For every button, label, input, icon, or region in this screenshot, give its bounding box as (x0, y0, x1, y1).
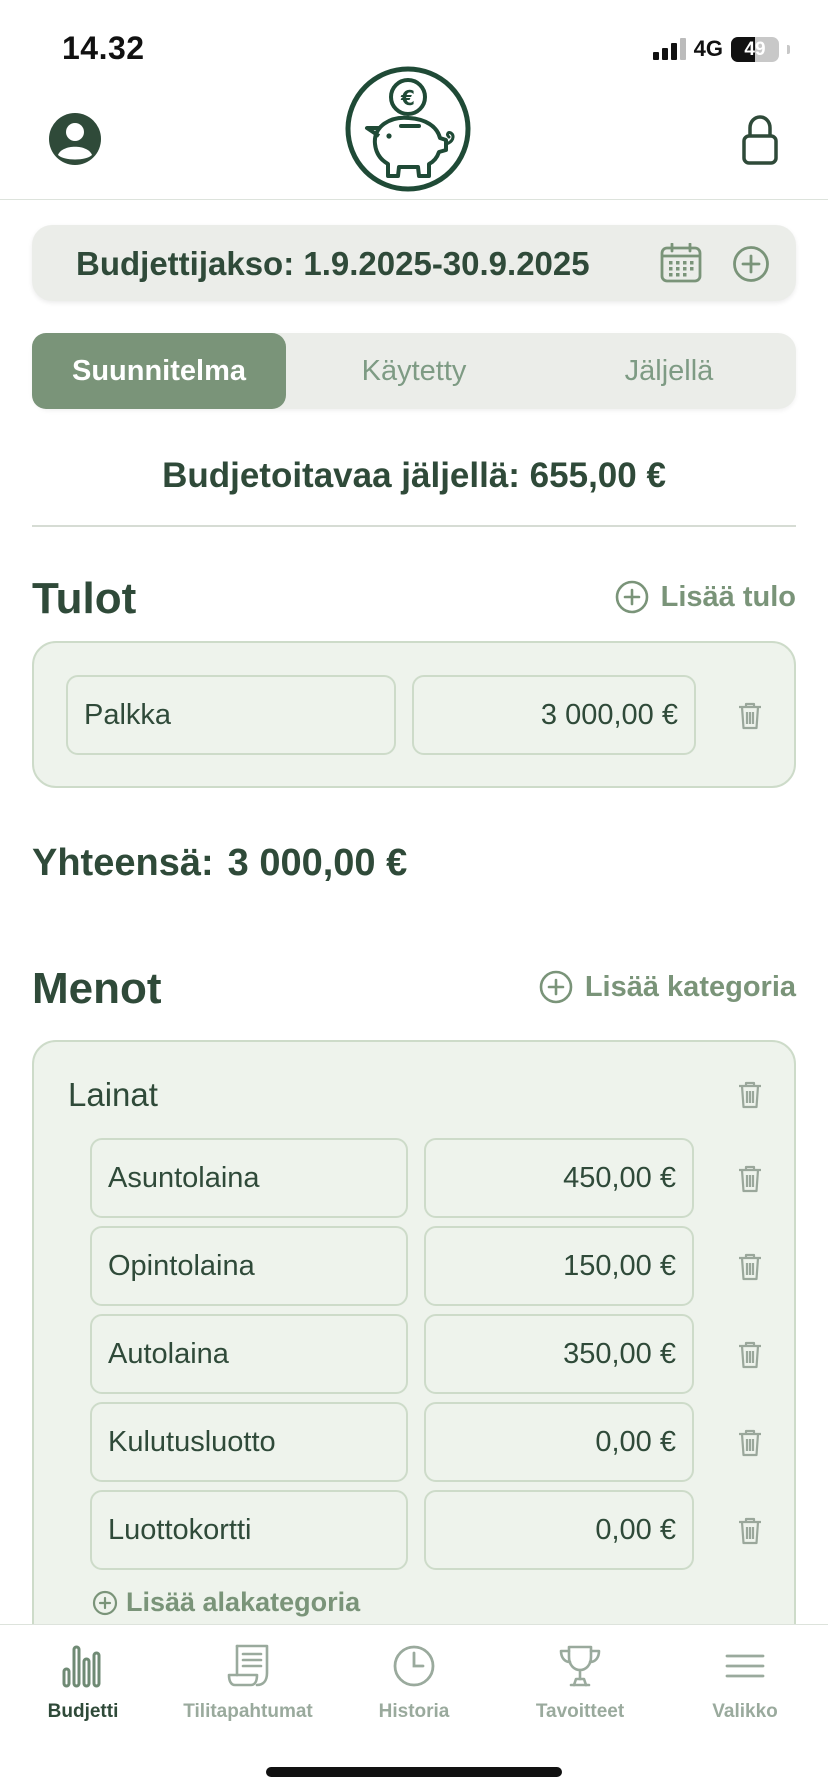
income-total-label: Yhteensä: (32, 842, 214, 884)
trash-icon[interactable] (737, 1340, 763, 1370)
battery-icon: 49 (731, 36, 779, 62)
add-income-label: Lisää tulo (660, 580, 796, 613)
view-segmented-control: Suunnitelma Käytetty Jäljellä (32, 333, 796, 409)
tab-label: Valikko (712, 1701, 778, 1722)
subcategory-amount-field[interactable]: 0,00 € (424, 1402, 694, 1482)
add-period-icon[interactable] (732, 245, 770, 283)
piggy-bank-logo: € (345, 66, 471, 192)
subcategory-name-field[interactable]: Autolaina (90, 1314, 408, 1394)
status-indicators: 4G 49 (652, 36, 790, 62)
add-circle-icon (92, 1590, 118, 1615)
network-type: 4G (693, 36, 723, 61)
subcategory-name-field[interactable]: Luottokortti (90, 1490, 408, 1570)
expense-category-card: Lainat Asuntolaina 450,00 € Opintolaina … (32, 1040, 796, 1680)
income-total: Yhteensä: 3 000,00 € (32, 842, 407, 885)
trash-icon[interactable] (737, 1080, 763, 1110)
subcategory-name-field[interactable]: Asuntolaina (90, 1138, 408, 1218)
income-total-value: 3 000,00 € (227, 842, 408, 884)
divider (32, 525, 796, 527)
add-category-button[interactable]: Lisää kategoria (539, 970, 796, 1004)
subcategory-amount-field[interactable]: 450,00 € (424, 1138, 694, 1218)
expenses-section-title: Menot (32, 964, 162, 1013)
tab-budjetti[interactable]: Budjetti (0, 1643, 166, 1723)
trash-icon[interactable] (737, 701, 763, 731)
bottom-tab-bar: Budjetti Tilitapahtumat Historia Tavoitt… (0, 1624, 828, 1792)
lock-icon[interactable] (740, 114, 780, 166)
subcategory-name-field[interactable]: Kulutusluotto (90, 1402, 408, 1482)
trash-icon[interactable] (737, 1428, 763, 1458)
tab-label: Tavoitteet (535, 1701, 625, 1722)
remaining-to-budget: Budjetoitavaa jäljellä: 655,00 € (162, 456, 666, 495)
trophy-icon (559, 1645, 601, 1687)
tab-tilitapahtumat[interactable]: Tilitapahtumat (165, 1643, 331, 1723)
app-header: € (0, 60, 828, 200)
clock-icon (393, 1645, 435, 1687)
add-subcategory-button[interactable]: Lisää alakategoria (92, 1587, 360, 1618)
subcategory-name-field[interactable]: Opintolaina (90, 1226, 408, 1306)
menu-icon (725, 1654, 765, 1678)
subcategory-amount-field[interactable]: 350,00 € (424, 1314, 694, 1394)
tab-label: Historia (378, 1701, 450, 1722)
svg-text:€: € (400, 86, 415, 110)
budget-period-label: Budjettijakso: 1.9.2025-30.9.2025 (76, 245, 590, 282)
category-title: Lainat (68, 1076, 158, 1113)
budget-period-bar: Budjettijakso: 1.9.2025-30.9.2025 (32, 225, 796, 301)
income-name-field[interactable]: Palkka (66, 675, 396, 755)
profile-icon[interactable] (48, 112, 102, 166)
calendar-icon[interactable] (660, 243, 702, 283)
tab-label: Tilitapahtumat (183, 1701, 313, 1722)
subcategory-amount-field[interactable]: 0,00 € (424, 1490, 694, 1570)
income-card: Palkka 3 000,00 € (32, 641, 796, 788)
tab-tavoitteet[interactable]: Tavoitteet (497, 1643, 663, 1723)
segment-jaljella[interactable]: Jäljellä (542, 333, 796, 409)
add-income-button[interactable]: Lisää tulo (615, 580, 796, 614)
tab-valikko[interactable]: Valikko (662, 1643, 828, 1723)
trash-icon[interactable] (737, 1164, 763, 1194)
income-amount-field[interactable]: 3 000,00 € (412, 675, 696, 755)
receipt-icon (227, 1644, 269, 1687)
tab-historia[interactable]: Historia (331, 1643, 497, 1723)
segment-suunnitelma[interactable]: Suunnitelma (32, 333, 286, 409)
subcategory-amount-field[interactable]: 150,00 € (424, 1226, 694, 1306)
add-circle-icon (539, 970, 573, 1004)
bar-chart-icon (62, 1645, 101, 1688)
battery-level: 49 (744, 38, 766, 60)
trash-icon[interactable] (737, 1252, 763, 1282)
segment-kaytetty[interactable]: Käytetty (287, 333, 541, 409)
add-category-label: Lisää kategoria (584, 970, 796, 1003)
signal-icon (652, 38, 686, 60)
tab-label: Budjetti (47, 1701, 119, 1722)
add-subcategory-label: Lisää alakategoria (126, 1587, 361, 1617)
trash-icon[interactable] (737, 1516, 763, 1546)
income-section-title: Tulot (32, 574, 137, 623)
home-indicator (266, 1767, 562, 1777)
add-circle-icon (615, 580, 648, 614)
battery-cap (787, 44, 790, 54)
